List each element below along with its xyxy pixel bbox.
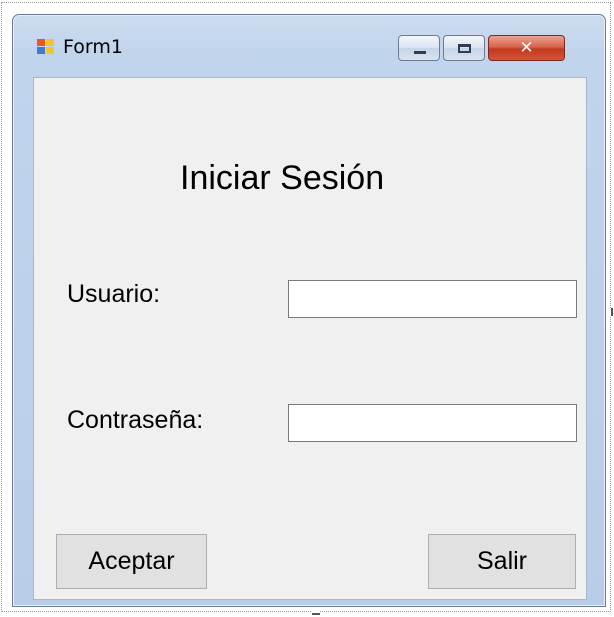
resize-handle-bottom[interactable] <box>312 609 320 615</box>
password-label: Contraseña: <box>67 406 204 434</box>
resize-handle-right[interactable] <box>607 308 613 316</box>
minimize-icon <box>414 51 426 54</box>
username-label: Usuario: <box>67 280 161 308</box>
title-bar[interactable]: Form1 ✕ <box>13 15 605 77</box>
maximize-button[interactable] <box>443 35 485 61</box>
window-title: Form1 <box>63 36 123 58</box>
username-input[interactable] <box>288 280 577 318</box>
accept-button[interactable]: Aceptar <box>56 534 207 589</box>
exit-button[interactable]: Salir <box>428 534 576 589</box>
form-client-area: Iniciar Sesión Usuario: Contraseña: Acep… <box>33 77 587 600</box>
close-icon: ✕ <box>519 38 534 58</box>
form-app-icon <box>37 39 55 55</box>
minimize-button[interactable] <box>398 35 440 61</box>
login-heading: Iniciar Sesión <box>180 159 385 197</box>
password-input[interactable] <box>288 404 577 442</box>
maximize-icon <box>458 44 471 53</box>
form-window: Form1 ✕ Iniciar Sesión Usuario: Contrase… <box>12 14 606 607</box>
close-button[interactable]: ✕ <box>488 35 565 61</box>
